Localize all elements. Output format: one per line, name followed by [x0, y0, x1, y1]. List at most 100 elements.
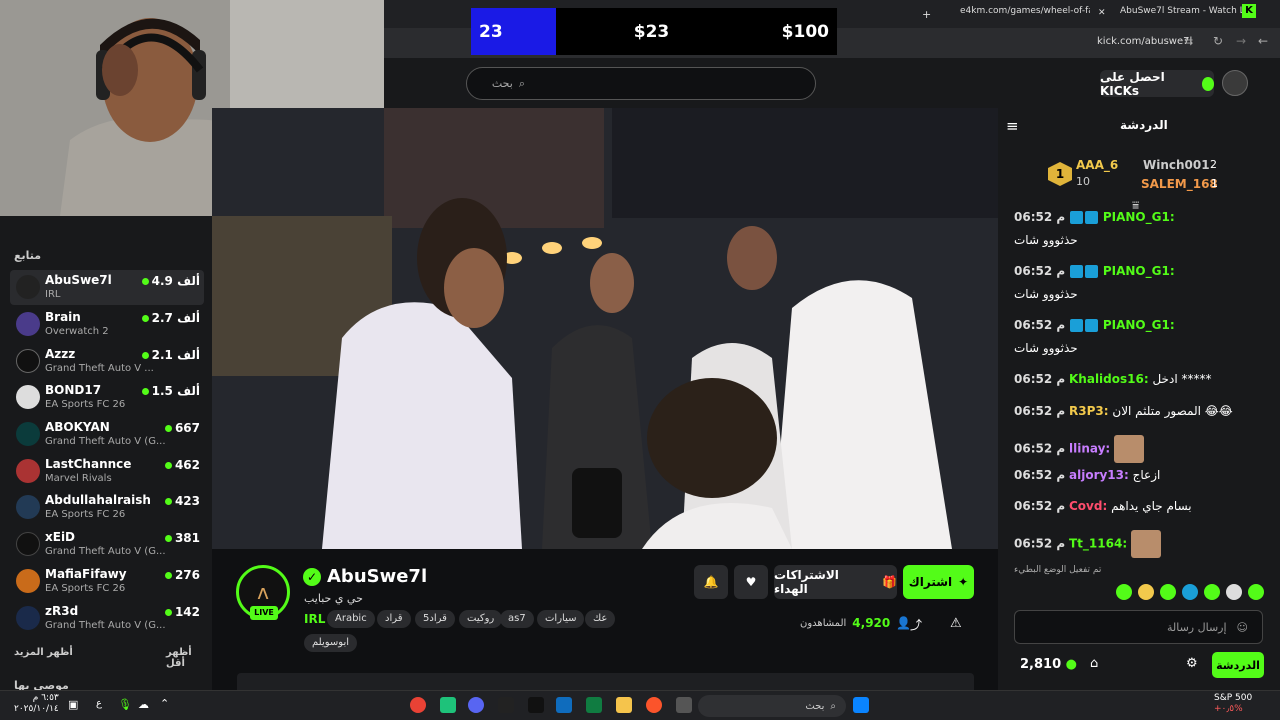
channel-game: EA Sports FC 26: [45, 583, 126, 594]
tab-wheel[interactable]: e4km.com/games/wheel-of-fan: [960, 6, 1090, 16]
chrome-icon[interactable]: [410, 697, 426, 713]
gift-subs-button[interactable]: الاشتراكات الهداء 🎁: [774, 565, 897, 599]
reload-icon[interactable]: ↻: [1213, 34, 1223, 48]
windows-start-icon[interactable]: [853, 697, 869, 713]
stream-tag[interactable]: عك: [585, 610, 616, 628]
sidebar-channel[interactable]: Abdullahalraish EA Sports FC 26 423: [10, 490, 204, 525]
system-clock[interactable]: ٦:٥٣ م ٢٠٢٥/١٠/١٤: [14, 693, 59, 715]
channel-avatar: [16, 422, 40, 446]
chevron-up-icon[interactable]: ⌃: [160, 697, 169, 710]
search-input[interactable]: بحث ⌕: [466, 67, 816, 100]
share-icon[interactable]: ⤴: [910, 616, 922, 633]
sidebar-channel[interactable]: BOND17 EA Sports FC 26 1.5 ألف: [10, 380, 204, 415]
subscribe-button[interactable]: اشتراك ✦: [903, 565, 974, 599]
channel-name: xEiD: [45, 530, 76, 544]
stream-tag[interactable]: قراد: [377, 610, 411, 628]
stream-tag[interactable]: ابوسويلم: [304, 634, 358, 652]
taskbar-search[interactable]: بحث ⌕: [698, 695, 846, 717]
sidebar-channel[interactable]: AbuSwe7l IRL 4.9 ألف: [10, 270, 204, 305]
back-icon[interactable]: ←: [1258, 34, 1268, 48]
channel-game: Marvel Rivals: [45, 473, 112, 484]
live-badge: LIVE: [250, 606, 278, 620]
translate-icon[interactable]: ⇆: [1184, 35, 1193, 48]
tab-kick[interactable]: AbuSwe7l Stream - Watch L: [1120, 6, 1246, 16]
quick-emotes[interactable]: [1014, 584, 1264, 602]
url-text[interactable]: kick.com/abuswe7l: [1097, 36, 1192, 47]
wheel-right-value: $100: [781, 21, 829, 42]
outlook-icon[interactable]: [556, 697, 572, 713]
rank-one-badge: 1: [1048, 162, 1072, 186]
leader-first-count: 10: [1076, 175, 1090, 188]
sub-badge-icon: [1085, 211, 1098, 224]
channel-game: Grand Theft Auto V (G...: [45, 436, 166, 447]
app-icon[interactable]: [440, 697, 456, 713]
stream-tag[interactable]: Arabic: [327, 610, 375, 628]
forward-icon[interactable]: →: [1236, 34, 1246, 48]
stream-tag[interactable]: قراد5: [415, 610, 455, 628]
get-kicks-button[interactable]: احصل على KICKs: [1100, 70, 1214, 98]
following-sidebar: متابع AbuSwe7l IRL 4.9 ألف Brain Overwat…: [0, 216, 212, 692]
channel-avatar: [16, 275, 40, 299]
user-avatar[interactable]: [1222, 70, 1248, 96]
emoji-icon[interactable]: ☺: [1237, 621, 1248, 634]
leader-third-name[interactable]: SALEM_168: [1141, 177, 1218, 191]
warning-icon[interactable]: ⚠: [950, 616, 962, 631]
discord-icon[interactable]: [468, 697, 484, 713]
mic-icon[interactable]: 🎙: [118, 698, 132, 711]
show-more-button[interactable]: أظهر المزيد: [14, 647, 73, 658]
channel-points[interactable]: 2,810 ●: [1020, 657, 1077, 672]
sidebar-channel[interactable]: ABOKYAN Grand Theft Auto V (G... 667: [10, 417, 204, 452]
notification-icon[interactable]: ▣: [68, 698, 78, 711]
app-icon[interactable]: [498, 697, 514, 713]
sub-badge-icon: [1070, 265, 1083, 278]
excel-icon[interactable]: [586, 697, 602, 713]
live-dot-icon: [164, 498, 172, 505]
close-icon[interactable]: ✕: [1098, 8, 1106, 18]
live-dot-icon: [164, 425, 172, 432]
collapse-chat-icon[interactable]: ≡: [1006, 117, 1019, 135]
sidebar-channel[interactable]: Brain Overwatch 2 2.7 ألف: [10, 307, 204, 342]
cloud-icon[interactable]: ☁: [138, 698, 149, 711]
channel-game: EA Sports FC 26: [45, 509, 126, 520]
channel-name: zR3d: [45, 604, 79, 618]
brave-icon[interactable]: [646, 697, 662, 713]
channel-avatar: [16, 495, 40, 519]
stream-category[interactable]: IRL: [304, 612, 325, 626]
sub-badge-icon: [1070, 211, 1083, 224]
channel-avatar: [16, 569, 40, 593]
channel-avatar: [16, 312, 40, 336]
sub-badge-icon: [1070, 319, 1083, 332]
folder-icon[interactable]: [616, 697, 632, 713]
channel-name-title[interactable]: AbuSwe7l: [327, 566, 427, 587]
sidebar-channel[interactable]: xEiD Grand Theft Auto V (G... 381: [10, 527, 204, 562]
notification-button[interactable]: 🔔: [694, 565, 728, 599]
follow-button[interactable]: ♥: [734, 565, 768, 599]
app-icon[interactable]: [676, 697, 692, 713]
language-indicator[interactable]: ع: [96, 698, 102, 709]
stock-widget[interactable]: S&P 500 +٠٫٥%: [1214, 693, 1252, 715]
channel-viewers: 2.7 ألف: [141, 311, 200, 325]
sidebar-channel[interactable]: Azzz Grand Theft Auto V ... 2.1 ألف: [10, 344, 204, 379]
leader-second-name[interactable]: Winch001: [1143, 158, 1210, 172]
chat-send-button[interactable]: الدردشة: [1212, 652, 1264, 678]
leader-first-name[interactable]: AAA_6: [1076, 158, 1118, 172]
stream-tag[interactable]: روكيت: [459, 610, 503, 628]
stream-tag[interactable]: سيارات: [537, 610, 585, 628]
stream-tag[interactable]: as7: [500, 610, 534, 628]
store-icon[interactable]: ⌂: [1090, 656, 1098, 671]
sidebar-channel[interactable]: MafiaFifawy EA Sports FC 26 276: [10, 564, 204, 599]
chat-input[interactable]: إرسال رسالة ☺: [1014, 610, 1263, 644]
channel-avatar: [16, 532, 40, 556]
tiktok-icon[interactable]: [528, 697, 544, 713]
live-dot-icon: [141, 278, 149, 285]
video-player[interactable]: [212, 108, 998, 549]
gear-icon[interactable]: ⚙: [1186, 656, 1198, 671]
sidebar-channel[interactable]: LastChannce Marvel Rivals 462: [10, 454, 204, 489]
chat-title: الدردشة: [1120, 118, 1168, 132]
channel-game: EA Sports FC 26: [45, 399, 126, 410]
sidebar-channel[interactable]: zR3d Grand Theft Auto V (G... 142: [10, 601, 204, 636]
emote-icon: [1204, 584, 1220, 600]
new-tab-button[interactable]: +: [922, 8, 931, 21]
show-less-button[interactable]: أظهر أقل: [166, 647, 212, 669]
taskbar: [0, 690, 1280, 720]
